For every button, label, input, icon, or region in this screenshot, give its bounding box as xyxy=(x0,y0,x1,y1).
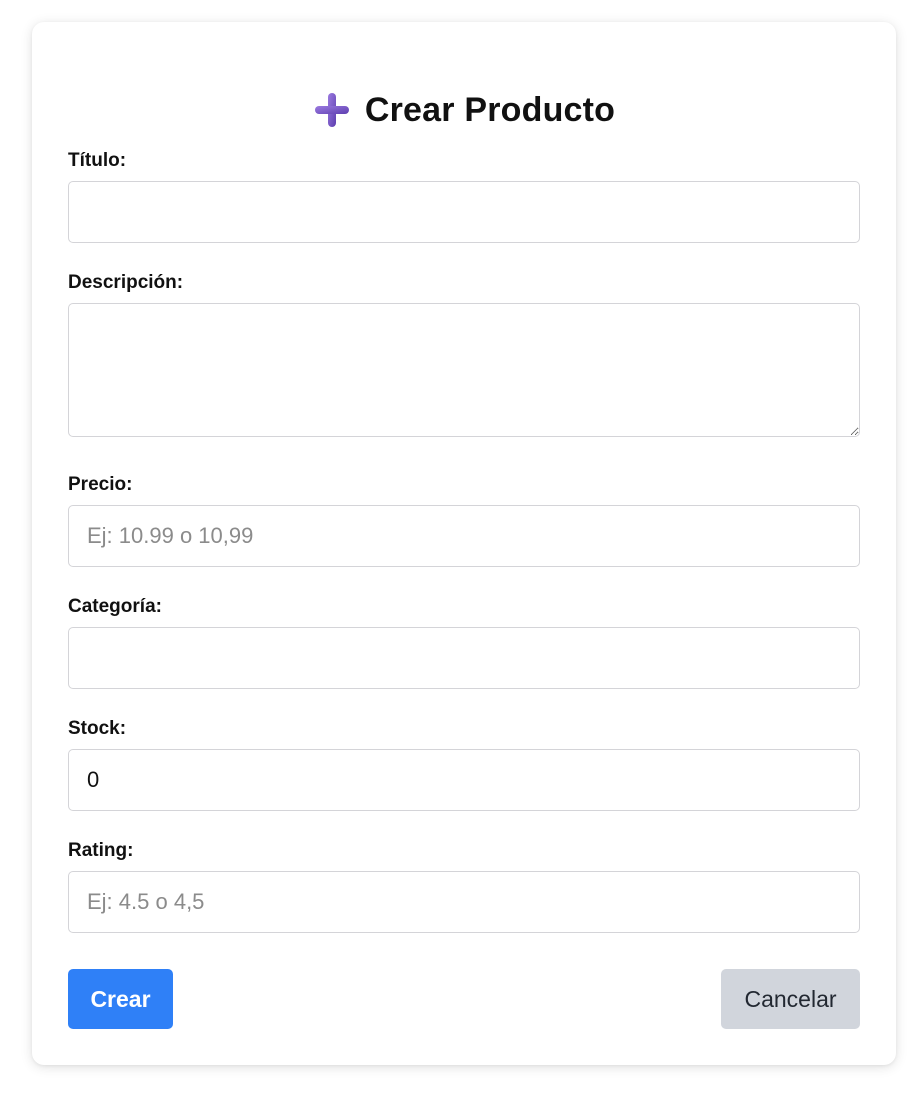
plus-icon xyxy=(313,91,351,129)
create-button[interactable]: Crear xyxy=(68,969,173,1029)
cancel-button[interactable]: Cancelar xyxy=(721,969,860,1029)
titulo-label: Título: xyxy=(68,150,127,171)
descripcion-textarea[interactable] xyxy=(68,303,860,437)
categoria-label: Categoría: xyxy=(68,596,162,617)
stock-label: Stock: xyxy=(68,718,127,739)
stock-input[interactable] xyxy=(68,749,860,811)
form-header: Crear Producto xyxy=(32,84,896,136)
rating-input[interactable] xyxy=(68,871,860,933)
create-product-card: Crear Producto Título: Descripción: Prec… xyxy=(32,22,896,1065)
precio-label: Precio: xyxy=(68,474,133,495)
page-title: Crear Producto xyxy=(364,90,616,129)
titulo-input[interactable] xyxy=(68,181,860,243)
rating-label: Rating: xyxy=(68,840,134,861)
precio-input[interactable] xyxy=(68,505,860,567)
categoria-input[interactable] xyxy=(68,627,860,689)
descripcion-label: Descripción: xyxy=(68,272,184,293)
